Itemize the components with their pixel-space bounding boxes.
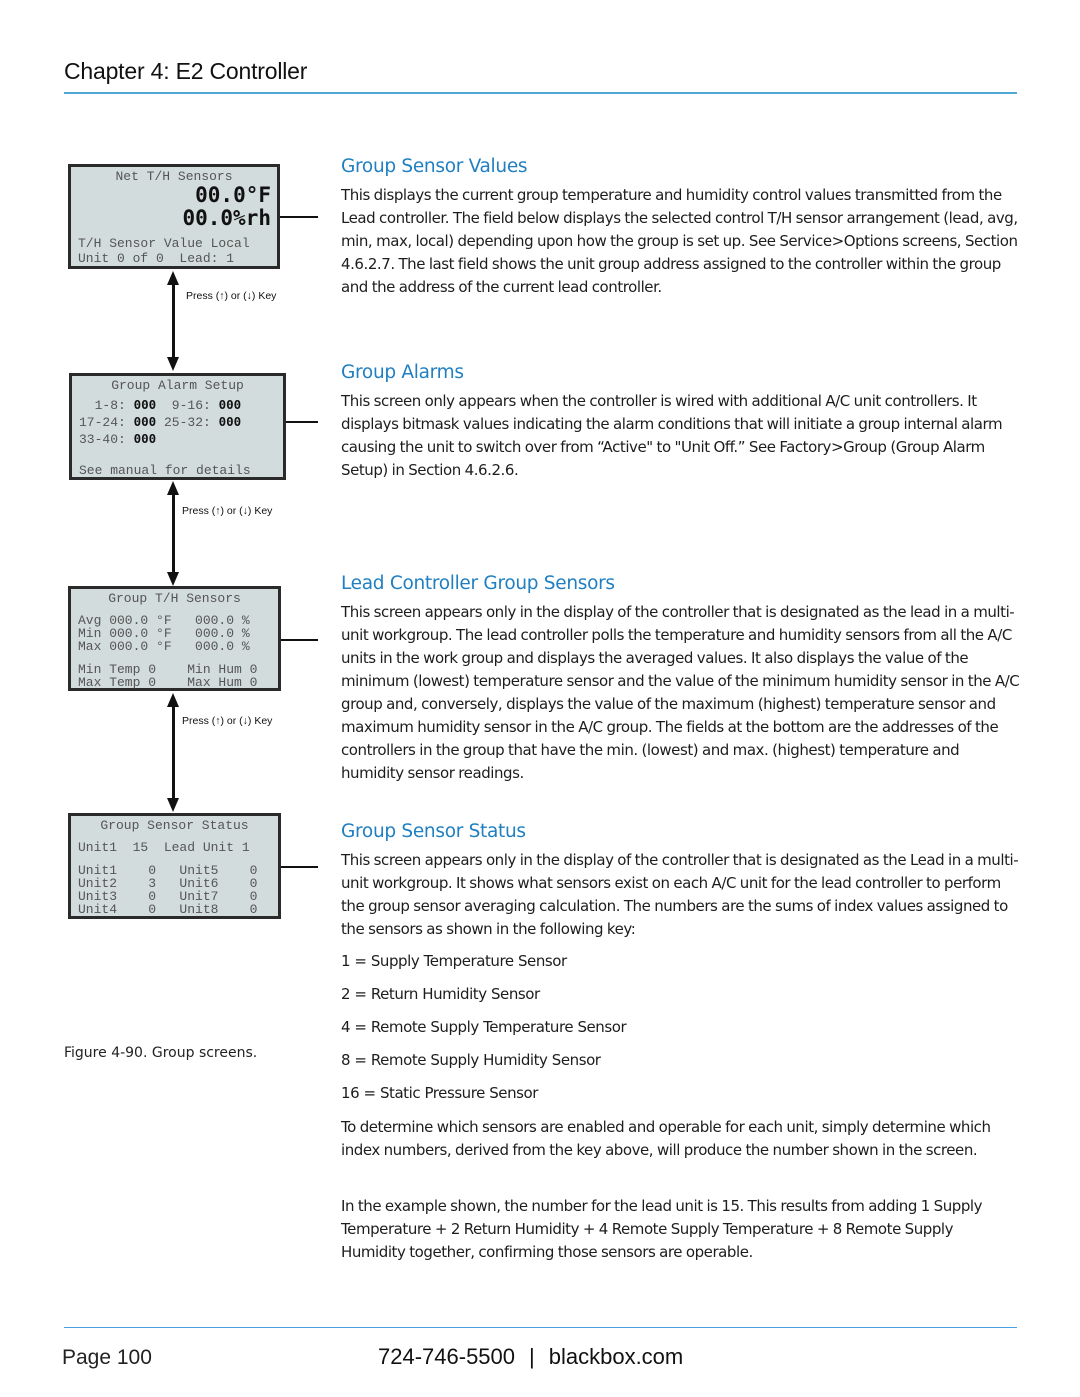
arrow-down-icon	[167, 572, 179, 586]
lcd-alarm-row: 1-8: 000 9-16: 000	[79, 397, 242, 413]
lcd-title: Net T/H Sensors	[115, 169, 233, 184]
sensor-key-item: 1 = Supply Temperature Sensor	[341, 952, 567, 970]
paragraph-group-sensor-status: This screen appears only in the display …	[341, 851, 1019, 938]
website-link[interactable]: blackbox.com	[549, 1344, 684, 1369]
figure-caption: Figure 4-90. Group screens.	[64, 1045, 258, 1061]
paragraph-determine-sensors: To determine which sensors are enabled a…	[341, 1118, 991, 1159]
lcd-humidity-value: 00.0%rh	[182, 206, 271, 230]
arrow-shaft	[172, 493, 175, 573]
sensor-key-item: 8 = Remote Supply Humidity Sensor	[341, 1051, 601, 1069]
heading-lead-controller-group-sensors: Lead Controller Group Sensors	[341, 573, 615, 594]
lcd-label: 17-24:	[79, 415, 134, 430]
lcd-group-alarm-setup: Group Alarm Setup 1-8: 000 9-16: 000 17-…	[69, 373, 286, 480]
paragraph-group-sensor-values: This displays the current group temperat…	[341, 186, 1018, 296]
connector-line	[281, 866, 318, 868]
lcd-value: 000	[218, 397, 242, 412]
lcd-title: Group Sensor Status	[100, 818, 249, 833]
sensor-key-item: 2 = Return Humidity Sensor	[341, 985, 540, 1003]
press-key-label: Press (↑) or (↓) Key	[186, 290, 277, 302]
lcd-address-row: Max Temp 0 Max Hum 0	[78, 675, 258, 690]
paragraph-lead-controller-group-sensors: This screen appears only in the display …	[341, 603, 1020, 782]
lcd-value: 000	[133, 397, 157, 412]
paragraph-group-alarms: This screen only appears when the contro…	[341, 392, 1003, 479]
footer-separator: |	[529, 1344, 535, 1369]
phone-number: 724-746-5500	[378, 1344, 516, 1369]
heading-group-alarms: Group Alarms	[341, 362, 464, 383]
footer-contact: 724-746-5500 | blackbox.com	[378, 1344, 683, 1370]
lcd-line: Unit 0 of 0 Lead: 1	[78, 251, 235, 266]
lcd-group-sensor-status: Group Sensor Status Unit1 15 Lead Unit 1…	[68, 813, 281, 919]
lcd-sensor-row: Max 000.0 °F 000.0 %	[78, 639, 250, 654]
press-key-label: Press (↑) or (↓) Key	[182, 715, 273, 727]
paragraph-example: In the example shown, the number for the…	[341, 1197, 983, 1261]
lcd-unit-row: Unit4 0 Unit8 0	[78, 902, 258, 917]
lcd-label: 25-32:	[156, 415, 219, 430]
lcd-title: Group Alarm Setup	[111, 378, 244, 393]
sensor-key-item: 4 = Remote Supply Temperature Sensor	[341, 1018, 627, 1036]
arrow-shaft	[172, 283, 175, 358]
heading-group-sensor-status: Group Sensor Status	[341, 821, 526, 842]
page-number: Page 100	[62, 1346, 152, 1369]
arrow-down-icon	[167, 798, 179, 812]
lcd-title: Group T/H Sensors	[108, 591, 241, 606]
header-rule	[64, 92, 1017, 94]
lcd-value: 000	[133, 431, 157, 446]
chapter-title: Chapter 4: E2 Controller	[64, 58, 308, 84]
connector-line	[286, 421, 318, 423]
lcd-alarm-row: 33-40: 000	[79, 432, 156, 446]
sensor-key-item: 16 = Static Pressure Sensor	[341, 1084, 538, 1102]
arrow-down-icon	[167, 357, 179, 371]
lcd-group-th-sensors: Group T/H Sensors Avg 000.0 °F 000.0 % M…	[68, 586, 281, 691]
lcd-value: 000	[133, 414, 157, 429]
footer-rule	[64, 1327, 1017, 1328]
lcd-label: 9-16:	[156, 398, 219, 413]
lcd-value: 000	[218, 414, 242, 429]
lcd-lead-line: Unit1 15 Lead Unit 1	[78, 840, 250, 855]
heading-group-sensor-values: Group Sensor Values	[341, 156, 528, 177]
lcd-net-th-sensors: Net T/H Sensors 00.0°F 00.0%rh T/H Senso…	[68, 164, 280, 269]
connector-line	[280, 216, 318, 218]
lcd-temperature-value: 00.0°F	[195, 183, 271, 207]
lcd-label: 33-40:	[79, 432, 134, 447]
press-key-label: Press (↑) or (↓) Key	[182, 505, 273, 517]
lcd-footer: See manual for details	[79, 463, 251, 478]
lcd-label: 1-8:	[79, 398, 134, 413]
lcd-line: T/H Sensor Value Local	[78, 236, 250, 251]
connector-line	[281, 639, 318, 641]
lcd-alarm-row: 17-24: 000 25-32: 000	[79, 415, 241, 429]
arrow-shaft	[172, 705, 175, 799]
